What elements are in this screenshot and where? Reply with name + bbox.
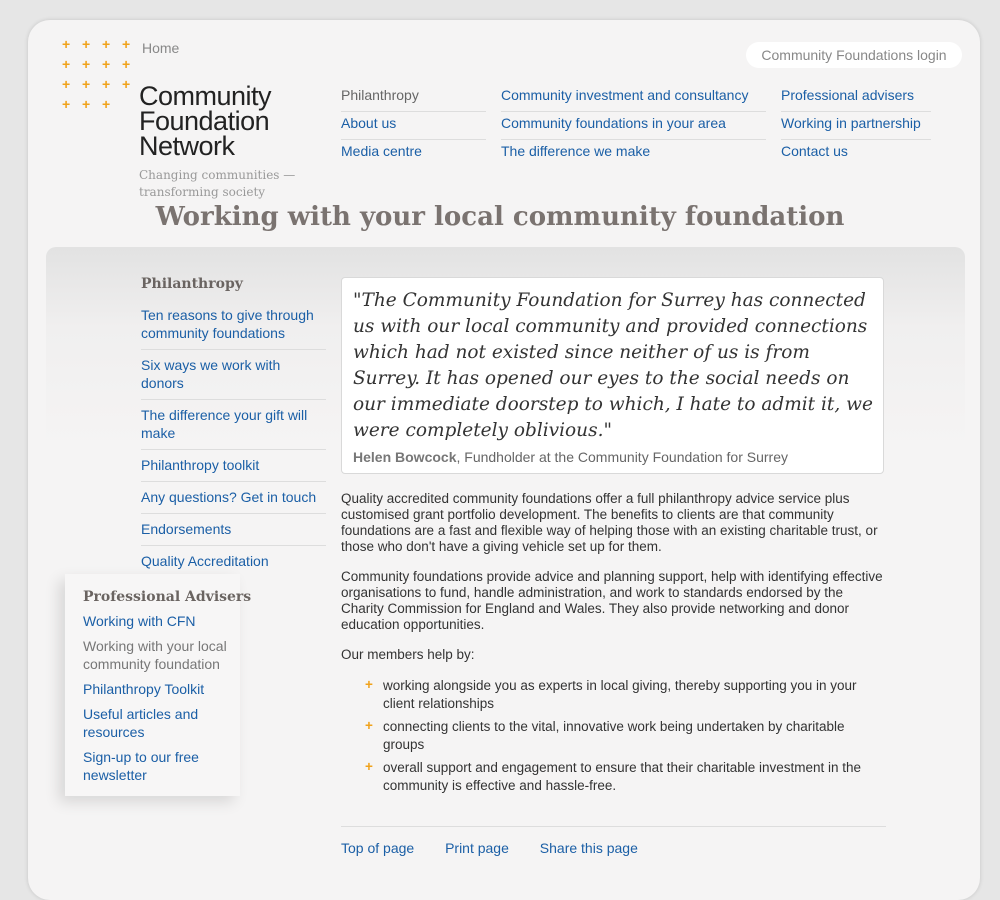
logo[interactable]: Community Foundation Network Changing co…	[139, 83, 309, 201]
logo-tagline-line: Changing communities —	[139, 168, 296, 182]
logo-tagline: Changing communities — transforming soci…	[139, 167, 309, 201]
list-item-text: connecting clients to the vital, innovat…	[383, 719, 845, 752]
professional-item-working-cfn[interactable]: Working with CFN	[83, 613, 196, 629]
body-paragraph: Quality accredited community foundations…	[341, 491, 878, 554]
benefits-list: + working alongside you as experts in loc…	[341, 677, 886, 795]
professional-cell: Sign-up to our free newsletter	[83, 748, 248, 784]
topnav-cell: Working in partnership	[781, 112, 931, 140]
topnav-item-media[interactable]: Media centre	[341, 143, 422, 159]
topnav-cell: Professional advisers	[781, 84, 931, 112]
topnav-item-advisers[interactable]: Professional advisers	[781, 87, 914, 103]
sidebar-cell: Six ways we work with donors	[141, 350, 326, 400]
testimonial-quote: "The Community Foundation for Surrey has…	[341, 277, 884, 474]
quote-author: Helen Bowcock	[353, 449, 457, 465]
body-paragraph: Community foundations provide advice and…	[341, 569, 883, 632]
sidebar-cell: Ten reasons to give through community fo…	[141, 300, 326, 350]
quote-attribution: Helen Bowcock, Fundholder at the Communi…	[353, 449, 873, 465]
list-item: + overall support and engagement to ensur…	[365, 759, 886, 795]
topnav-cell: Media centre	[341, 140, 486, 168]
professional-nav: Working with CFN Working with your local…	[83, 612, 248, 791]
topnav-item-contact[interactable]: Contact us	[781, 143, 848, 159]
professional-item-articles[interactable]: Useful articles and resources	[83, 706, 198, 740]
quote-role: , Fundholder at the Community Foundation…	[456, 449, 788, 465]
professional-cell: Useful articles and resources	[83, 705, 248, 741]
sidebar-item-difference[interactable]: The difference your gift will make	[141, 407, 307, 441]
topnav-column: Philanthropy About us Media centre	[341, 84, 486, 168]
topnav-cell: About us	[341, 112, 486, 140]
list-item-text: working alongside you as experts in loca…	[383, 678, 857, 711]
professional-item-toolkit[interactable]: Philanthropy Toolkit	[83, 681, 204, 697]
list-item: + connecting clients to the vital, innova…	[365, 718, 886, 754]
topnav-column: Community investment and consultancy Com…	[501, 84, 766, 168]
sidebar-heading: Philanthropy	[141, 276, 243, 292]
share-page-link[interactable]: Share this page	[540, 840, 638, 856]
topnav-cell: Contact us	[781, 140, 931, 168]
sidebar-item-toolkit[interactable]: Philanthropy toolkit	[141, 457, 259, 473]
login-button[interactable]: Community Foundations login	[746, 42, 962, 68]
logo-tagline-line: transforming society	[139, 185, 266, 199]
topnav-item-area[interactable]: Community foundations in your area	[501, 115, 726, 131]
sidebar-item-ten-reasons[interactable]: Ten reasons to give through community fo…	[141, 307, 314, 341]
professional-item-newsletter[interactable]: Sign-up to our free newsletter	[83, 749, 199, 783]
sidebar-item-accreditation[interactable]: Quality Accreditation	[141, 553, 269, 569]
main-body: Quality accredited community foundations…	[341, 491, 886, 800]
sidebar-item-six-ways[interactable]: Six ways we work with donors	[141, 357, 280, 391]
professional-cell: Philanthropy Toolkit	[83, 680, 248, 698]
sidebar-item-questions[interactable]: Any questions? Get in touch	[141, 489, 316, 505]
topnav-item-investment[interactable]: Community investment and consultancy	[501, 87, 748, 103]
print-page-link[interactable]: Print page	[445, 840, 509, 856]
list-item-text: overall support and engagement to ensure…	[383, 760, 862, 793]
topnav-cell: Community investment and consultancy	[501, 84, 766, 112]
home-link[interactable]: Home	[142, 40, 179, 56]
topnav-cell: Community foundations in your area	[501, 112, 766, 140]
topnav-item-partnership[interactable]: Working in partnership	[781, 115, 921, 131]
logo-dots-icon: + + + + + + + + + + + + + + +	[62, 36, 131, 112]
sidebar-cell: Endorsements	[141, 514, 326, 546]
page-title: Working with your local community founda…	[155, 202, 845, 232]
sidebar-item-endorsements[interactable]: Endorsements	[141, 521, 231, 537]
professional-cell: Working with CFN	[83, 612, 248, 630]
sidebar-nav: Ten reasons to give through community fo…	[141, 300, 326, 577]
list-item: + working alongside you as experts in loc…	[365, 677, 886, 713]
sidebar-cell: Any questions? Get in touch	[141, 482, 326, 514]
topnav-column: Professional advisers Working in partner…	[781, 84, 931, 168]
plus-bullet-icon: +	[365, 759, 373, 774]
topnav-cell: The difference we make	[501, 140, 766, 168]
quote-text: "The Community Foundation for Surrey has…	[353, 290, 873, 441]
logo-name: Community Foundation Network	[139, 83, 309, 161]
topnav-item-difference[interactable]: The difference we make	[501, 143, 650, 159]
sidebar-cell: Quality Accreditation	[141, 546, 326, 577]
professional-item-current: Working with your local community founda…	[83, 638, 227, 672]
footer-links: Top of page Print page Share this page	[341, 826, 886, 856]
body-paragraph: Our members help by:	[341, 647, 475, 662]
logo-name-line: Network	[139, 131, 235, 161]
plus-bullet-icon: +	[365, 677, 373, 692]
topnav-item-philanthropy[interactable]: Philanthropy	[341, 84, 486, 112]
plus-bullet-icon: +	[365, 718, 373, 733]
sidebar-cell: Philanthropy toolkit	[141, 450, 326, 482]
top-of-page-link[interactable]: Top of page	[341, 840, 414, 856]
topnav-item-about[interactable]: About us	[341, 115, 396, 131]
professional-heading: Professional Advisers	[83, 589, 252, 605]
sidebar-cell: The difference your gift will make	[141, 400, 326, 450]
